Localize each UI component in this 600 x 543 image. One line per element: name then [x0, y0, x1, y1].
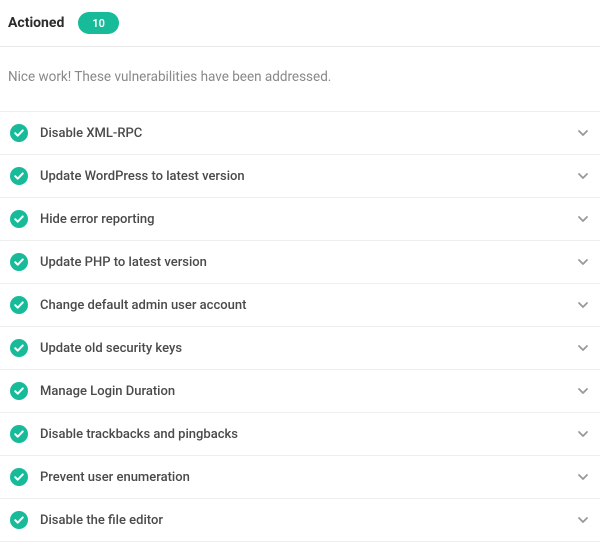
- actioned-list: Disable XML-RPC Update WordPress to late…: [0, 111, 600, 542]
- chevron-down-icon: [576, 470, 590, 484]
- list-item[interactable]: Prevent user enumeration: [0, 456, 600, 499]
- item-label: Update old security keys: [40, 341, 576, 356]
- chevron-down-icon: [576, 169, 590, 183]
- check-circle-icon: [10, 296, 28, 314]
- item-label: Hide error reporting: [40, 212, 576, 227]
- check-circle-icon: [10, 253, 28, 271]
- list-item[interactable]: Disable the file editor: [0, 499, 600, 542]
- list-item[interactable]: Hide error reporting: [0, 198, 600, 241]
- list-item[interactable]: Disable trackbacks and pingbacks: [0, 413, 600, 456]
- item-label: Disable the file editor: [40, 513, 576, 528]
- item-label: Prevent user enumeration: [40, 470, 576, 485]
- chevron-down-icon: [576, 212, 590, 226]
- check-circle-icon: [10, 210, 28, 228]
- check-circle-icon: [10, 511, 28, 529]
- check-circle-icon: [10, 339, 28, 357]
- check-circle-icon: [10, 425, 28, 443]
- chevron-down-icon: [576, 255, 590, 269]
- section-title: Actioned: [8, 15, 64, 31]
- check-circle-icon: [10, 382, 28, 400]
- item-label: Manage Login Duration: [40, 384, 576, 399]
- check-circle-icon: [10, 124, 28, 142]
- chevron-down-icon: [576, 513, 590, 527]
- item-label: Disable XML-RPC: [40, 126, 576, 141]
- item-label: Disable trackbacks and pingbacks: [40, 427, 576, 442]
- list-item[interactable]: Manage Login Duration: [0, 370, 600, 413]
- list-item[interactable]: Update WordPress to latest version: [0, 155, 600, 198]
- item-label: Change default admin user account: [40, 298, 576, 313]
- list-item[interactable]: Update PHP to latest version: [0, 241, 600, 284]
- item-label: Update WordPress to latest version: [40, 169, 576, 184]
- count-badge: 10: [78, 12, 119, 34]
- chevron-down-icon: [576, 384, 590, 398]
- check-circle-icon: [10, 167, 28, 185]
- section-header: Actioned 10: [0, 0, 600, 47]
- chevron-down-icon: [576, 341, 590, 355]
- chevron-down-icon: [576, 126, 590, 140]
- check-circle-icon: [10, 468, 28, 486]
- list-item[interactable]: Update old security keys: [0, 327, 600, 370]
- chevron-down-icon: [576, 298, 590, 312]
- intro-text: Nice work! These vulnerabilities have be…: [0, 47, 600, 111]
- list-item[interactable]: Disable XML-RPC: [0, 112, 600, 155]
- list-item[interactable]: Change default admin user account: [0, 284, 600, 327]
- item-label: Update PHP to latest version: [40, 255, 576, 270]
- chevron-down-icon: [576, 427, 590, 441]
